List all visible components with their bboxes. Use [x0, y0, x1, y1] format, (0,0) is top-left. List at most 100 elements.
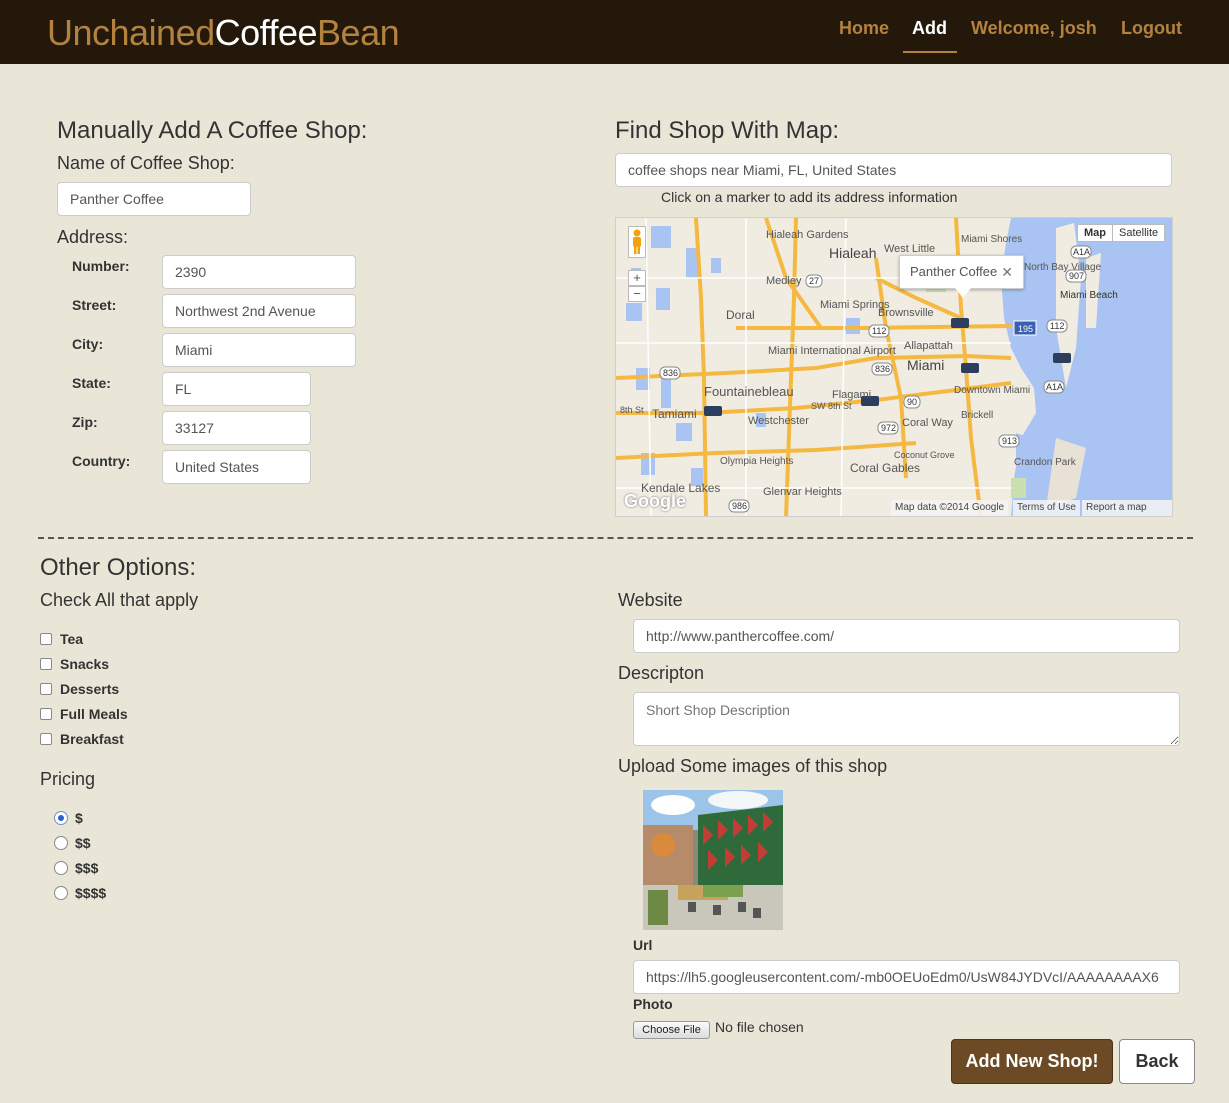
- map-label-olympia-heights: Olympia Heights: [720, 456, 793, 467]
- checkbox-tea[interactable]: [40, 633, 52, 645]
- choose-file-button[interactable]: Choose File: [633, 1021, 710, 1039]
- map-label-miami: Miami: [907, 357, 944, 373]
- check-all-label: Check All that apply: [40, 590, 199, 610]
- checkbox-full-meals-label[interactable]: Full Meals: [60, 706, 128, 722]
- add-new-shop-button[interactable]: Add New Shop!: [951, 1039, 1113, 1084]
- url-label: Url: [633, 937, 653, 953]
- map-label-crandon-park: Crandon Park: [1014, 457, 1077, 468]
- checkbox-snacks-label[interactable]: Snacks: [60, 656, 109, 672]
- url-input[interactable]: https://lh5.googleusercontent.com/-mb0OE…: [633, 960, 1180, 994]
- shield-986: 986: [732, 501, 747, 511]
- map-label-miami-beach: Miami Beach: [1060, 290, 1118, 301]
- map-type-satellite[interactable]: Satellite: [1112, 224, 1166, 242]
- map-label-coral-way: Coral Way: [902, 417, 953, 429]
- map-label-coral-gables: Coral Gables: [850, 461, 920, 475]
- street-label: Street:: [72, 297, 117, 313]
- map-canvas: Hialeah Gardens Hialeah West Little Miam…: [616, 218, 1172, 516]
- shop-name-label: Name of Coffee Shop:: [57, 153, 235, 173]
- map-label-glenvar: Glenvar Heights: [763, 486, 842, 498]
- nav-active-underline: [903, 51, 957, 53]
- shield-972: 972: [881, 423, 896, 433]
- zip-label: Zip:: [72, 414, 98, 430]
- options-heading: Other Options:: [40, 554, 197, 581]
- brand-part-3: Bean: [317, 12, 400, 53]
- state-input[interactable]: FL: [162, 372, 311, 406]
- shield-a1a-a: A1A: [1073, 247, 1090, 257]
- shield-836a: 836: [663, 368, 678, 378]
- website-label: Website: [618, 590, 683, 610]
- shield-27: 27: [809, 276, 819, 286]
- upload-label: Upload Some images of this shop: [618, 756, 888, 776]
- map-label-brickell: Brickell: [961, 410, 993, 421]
- checkbox-desserts[interactable]: [40, 683, 52, 695]
- shield-112a: 112: [872, 326, 886, 336]
- map-search-input[interactable]: coffee shops near Miami, FL, United Stat…: [615, 153, 1172, 187]
- map-terms-link[interactable]: Terms of Use: [1013, 500, 1080, 516]
- nav-add[interactable]: Add: [912, 18, 947, 39]
- country-input[interactable]: United States: [162, 450, 311, 484]
- state-label: State:: [72, 375, 111, 391]
- navbar: UnchainedCoffeeBean Home Add Welcome, jo…: [0, 0, 1229, 64]
- map-label-allapattah: Allapattah: [904, 340, 953, 352]
- nav-welcome[interactable]: Welcome, josh: [971, 18, 1097, 39]
- description-textarea[interactable]: [633, 692, 1180, 746]
- checkbox-breakfast[interactable]: [40, 733, 52, 745]
- zoom-in-button[interactable]: +: [628, 270, 646, 286]
- zip-input[interactable]: 33127: [162, 411, 311, 445]
- map-type-map[interactable]: Map: [1077, 224, 1113, 242]
- map-data-attribution: Map data ©2014 Google: [891, 500, 1009, 516]
- checkbox-tea-label[interactable]: Tea: [60, 631, 83, 647]
- city-label: City:: [72, 336, 104, 352]
- info-window-title: Panther Coffee: [910, 264, 998, 279]
- brand-logo[interactable]: UnchainedCoffeeBean: [47, 12, 400, 54]
- map-report-link[interactable]: Report a map error: [1082, 500, 1172, 516]
- file-status: No file chosen: [715, 1019, 804, 1035]
- pricing-radio-4-label[interactable]: $$$$: [75, 885, 106, 901]
- shop-name-input[interactable]: Panther Coffee: [57, 182, 251, 216]
- pricing-radio-3-label[interactable]: $$$: [75, 860, 98, 876]
- zoom-out-button[interactable]: −: [628, 286, 646, 302]
- number-input[interactable]: 2390: [162, 255, 356, 289]
- shield-907: 907: [1069, 271, 1084, 281]
- map-label-doral: Doral: [726, 308, 755, 322]
- map-label-north-bay: North Bay Village: [1024, 262, 1102, 273]
- pricing-radio-2-label[interactable]: $$: [75, 835, 91, 851]
- info-window-tail: [955, 288, 971, 298]
- pricing-radio-1-label[interactable]: $: [75, 810, 83, 826]
- checkbox-breakfast-label[interactable]: Breakfast: [60, 731, 124, 747]
- map-label-west-little: West Little: [884, 243, 935, 255]
- number-label: Number:: [72, 258, 130, 274]
- close-icon[interactable]: ✕: [1001, 256, 1013, 288]
- checkbox-full-meals[interactable]: [40, 708, 52, 720]
- nav-home[interactable]: Home: [839, 18, 889, 39]
- map-label-hialeah-gardens: Hialeah Gardens: [766, 229, 849, 241]
- map-label-westchester: Westchester: [748, 415, 809, 427]
- pricing-radio-1[interactable]: [54, 811, 68, 825]
- address-label: Address:: [57, 227, 129, 247]
- pricing-radio-3[interactable]: [54, 861, 68, 875]
- map-label-sw-8th-st: SW 8th St: [811, 401, 852, 411]
- map-label-tamiami: Tamiami: [652, 407, 697, 421]
- shield-913: 913: [1002, 436, 1017, 446]
- map-label-fountainebleau: Fountainebleau: [704, 384, 794, 399]
- map-label-hialeah: Hialeah: [829, 245, 876, 261]
- map[interactable]: Hialeah Gardens Hialeah West Little Miam…: [615, 217, 1173, 517]
- checkbox-snacks[interactable]: [40, 658, 52, 670]
- pegman-icon[interactable]: [628, 226, 646, 258]
- map-info-window[interactable]: Panther Coffee ✕: [899, 255, 1024, 298]
- shield-836b: 836: [875, 364, 890, 374]
- pricing-radio-2[interactable]: [54, 836, 68, 850]
- description-label: Descripton: [618, 663, 705, 683]
- shield-195: 195: [1018, 324, 1033, 334]
- shield-112b: 112: [1050, 321, 1064, 331]
- shop-photo-thumbnail: [643, 790, 783, 930]
- back-button[interactable]: Back: [1119, 1039, 1195, 1084]
- pricing-radio-4[interactable]: [54, 886, 68, 900]
- manual-heading: Manually Add A Coffee Shop:: [57, 117, 368, 144]
- checkbox-desserts-label[interactable]: Desserts: [60, 681, 119, 697]
- city-input[interactable]: Miami: [162, 333, 356, 367]
- nav-logout[interactable]: Logout: [1121, 18, 1182, 39]
- map-label-8th-st: 8th St: [620, 405, 644, 415]
- website-input[interactable]: http://www.panthercoffee.com/: [633, 619, 1180, 653]
- street-input[interactable]: Northwest 2nd Avenue: [162, 294, 356, 328]
